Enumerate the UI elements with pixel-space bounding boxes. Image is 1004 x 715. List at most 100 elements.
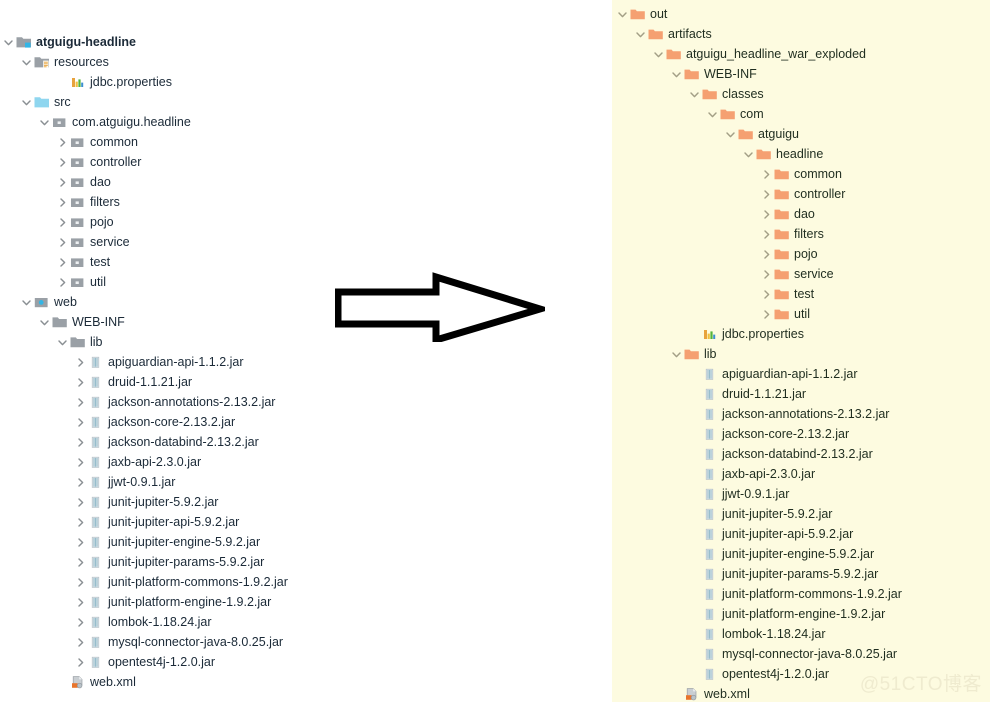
tree-row[interactable]: junit-jupiter-engine-5.9.2.jar xyxy=(74,532,260,552)
tree-row[interactable]: WEB-INF xyxy=(670,64,757,84)
tree-row[interactable]: apiguardian-api-1.1.2.jar xyxy=(74,352,244,372)
chevron-right-icon[interactable] xyxy=(74,452,87,472)
chevron-down-icon[interactable] xyxy=(616,4,629,24)
tree-row[interactable]: dao xyxy=(760,204,815,224)
tree-row[interactable]: headline xyxy=(742,144,823,164)
tree-row[interactable]: mysql-connector-java-8.0.25.jar xyxy=(74,632,283,652)
chevron-down-icon[interactable] xyxy=(670,64,683,84)
chevron-right-icon[interactable] xyxy=(74,632,87,652)
tree-row[interactable]: junit-jupiter-api-5.9.2.jar xyxy=(688,524,853,544)
tree-row[interactable]: web xyxy=(20,292,77,312)
tree-row[interactable]: service xyxy=(760,264,834,284)
tree-row[interactable]: service xyxy=(56,232,130,252)
chevron-right-icon[interactable] xyxy=(74,532,87,552)
tree-row[interactable]: opentest4j-1.2.0.jar xyxy=(688,664,829,684)
tree-row[interactable]: druid-1.1.21.jar xyxy=(688,384,806,404)
chevron-down-icon[interactable] xyxy=(20,52,33,72)
tree-row[interactable]: jaxb-api-2.3.0.jar xyxy=(74,452,201,472)
tree-row[interactable]: WEB-INF xyxy=(38,312,125,332)
chevron-right-icon[interactable] xyxy=(56,172,69,192)
tree-row[interactable]: junit-platform-commons-1.9.2.jar xyxy=(74,572,288,592)
tree-row[interactable]: junit-platform-engine-1.9.2.jar xyxy=(74,592,271,612)
tree-row[interactable]: apiguardian-api-1.1.2.jar xyxy=(688,364,858,384)
tree-row[interactable]: controller xyxy=(56,152,141,172)
tree-row[interactable]: com.atguigu.headline xyxy=(38,112,191,132)
tree-row[interactable]: util xyxy=(56,272,106,292)
chevron-down-icon[interactable] xyxy=(20,292,33,312)
tree-row[interactable]: atguigu-headline xyxy=(2,32,136,52)
tree-row[interactable]: pojo xyxy=(760,244,818,264)
tree-row[interactable]: jaxb-api-2.3.0.jar xyxy=(688,464,815,484)
tree-row[interactable]: jackson-databind-2.13.2.jar xyxy=(688,444,873,464)
chevron-right-icon[interactable] xyxy=(760,204,773,224)
tree-row[interactable]: artifacts xyxy=(634,24,712,44)
chevron-right-icon[interactable] xyxy=(56,212,69,232)
chevron-right-icon[interactable] xyxy=(56,272,69,292)
tree-row[interactable]: druid-1.1.21.jar xyxy=(74,372,192,392)
chevron-down-icon[interactable] xyxy=(724,124,737,144)
tree-row[interactable]: out xyxy=(616,4,667,24)
chevron-right-icon[interactable] xyxy=(56,152,69,172)
tree-row[interactable]: mysql-connector-java-8.0.25.jar xyxy=(688,644,897,664)
tree-row[interactable]: junit-jupiter-engine-5.9.2.jar xyxy=(688,544,874,564)
chevron-down-icon[interactable] xyxy=(742,144,755,164)
tree-row[interactable]: junit-jupiter-api-5.9.2.jar xyxy=(74,512,239,532)
chevron-right-icon[interactable] xyxy=(760,164,773,184)
chevron-right-icon[interactable] xyxy=(760,244,773,264)
tree-row[interactable]: lombok-1.18.24.jar xyxy=(688,624,826,644)
tree-row[interactable]: junit-jupiter-5.9.2.jar xyxy=(74,492,218,512)
tree-row[interactable]: common xyxy=(56,132,138,152)
tree-row[interactable]: jackson-core-2.13.2.jar xyxy=(74,412,235,432)
chevron-down-icon[interactable] xyxy=(20,92,33,112)
chevron-right-icon[interactable] xyxy=(760,224,773,244)
tree-row[interactable]: src xyxy=(20,92,71,112)
chevron-right-icon[interactable] xyxy=(74,472,87,492)
chevron-right-icon[interactable] xyxy=(74,412,87,432)
tree-row[interactable]: resources xyxy=(20,52,109,72)
chevron-right-icon[interactable] xyxy=(56,232,69,252)
chevron-right-icon[interactable] xyxy=(74,372,87,392)
chevron-right-icon[interactable] xyxy=(760,264,773,284)
tree-row[interactable]: util xyxy=(760,304,810,324)
chevron-right-icon[interactable] xyxy=(74,552,87,572)
chevron-down-icon[interactable] xyxy=(38,312,51,332)
chevron-right-icon[interactable] xyxy=(74,352,87,372)
chevron-right-icon[interactable] xyxy=(74,492,87,512)
chevron-down-icon[interactable] xyxy=(634,24,647,44)
chevron-right-icon[interactable] xyxy=(74,592,87,612)
tree-row[interactable]: jackson-databind-2.13.2.jar xyxy=(74,432,259,452)
tree-row[interactable]: lombok-1.18.24.jar xyxy=(74,612,212,632)
tree-row[interactable]: filters xyxy=(760,224,824,244)
chevron-right-icon[interactable] xyxy=(74,652,87,672)
tree-row[interactable]: atguigu xyxy=(724,124,799,144)
tree-row[interactable]: lib xyxy=(56,332,103,352)
chevron-down-icon[interactable] xyxy=(56,332,69,352)
chevron-right-icon[interactable] xyxy=(74,512,87,532)
tree-row[interactable]: controller xyxy=(760,184,845,204)
tree-row[interactable]: junit-platform-commons-1.9.2.jar xyxy=(688,584,902,604)
tree-row[interactable]: junit-platform-engine-1.9.2.jar xyxy=(688,604,885,624)
chevron-right-icon[interactable] xyxy=(74,392,87,412)
chevron-right-icon[interactable] xyxy=(760,284,773,304)
chevron-down-icon[interactable] xyxy=(688,84,701,104)
tree-row[interactable]: jackson-annotations-2.13.2.jar xyxy=(74,392,275,412)
chevron-right-icon[interactable] xyxy=(56,192,69,212)
chevron-right-icon[interactable] xyxy=(56,252,69,272)
chevron-down-icon[interactable] xyxy=(670,344,683,364)
tree-row[interactable]: opentest4j-1.2.0.jar xyxy=(74,652,215,672)
chevron-down-icon[interactable] xyxy=(652,44,665,64)
tree-row[interactable]: jdbc.properties xyxy=(56,72,172,92)
chevron-right-icon[interactable] xyxy=(760,304,773,324)
chevron-down-icon[interactable] xyxy=(38,112,51,132)
tree-row[interactable]: jjwt-0.9.1.jar xyxy=(688,484,789,504)
tree-row[interactable]: junit-jupiter-params-5.9.2.jar xyxy=(74,552,264,572)
tree-row[interactable]: filters xyxy=(56,192,120,212)
tree-row[interactable]: common xyxy=(760,164,842,184)
tree-row[interactable]: junit-jupiter-params-5.9.2.jar xyxy=(688,564,878,584)
chevron-right-icon[interactable] xyxy=(56,132,69,152)
tree-row[interactable]: web.xml xyxy=(670,684,750,704)
tree-row[interactable]: lib xyxy=(670,344,717,364)
tree-row[interactable]: jackson-core-2.13.2.jar xyxy=(688,424,849,444)
tree-row[interactable]: jackson-annotations-2.13.2.jar xyxy=(688,404,889,424)
tree-row[interactable]: com xyxy=(706,104,764,124)
